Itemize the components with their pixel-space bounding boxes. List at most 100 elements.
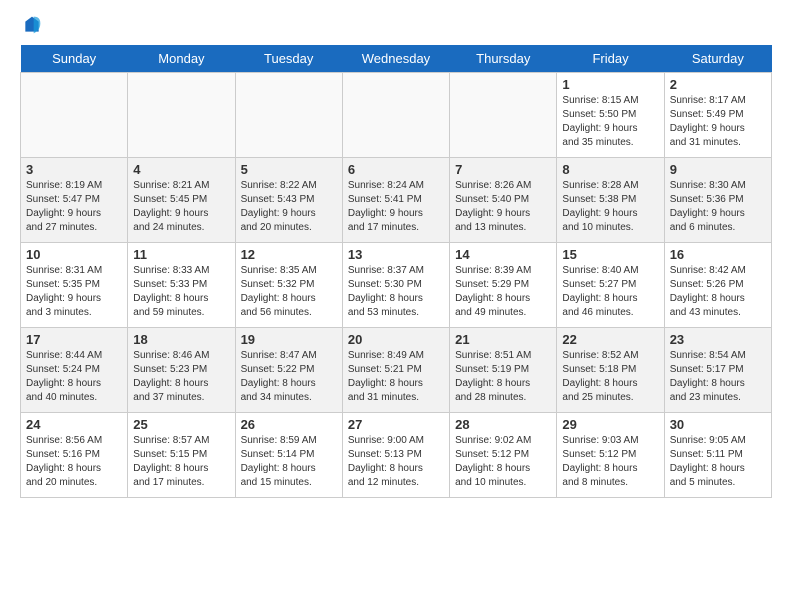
day-number: 28 — [455, 417, 551, 432]
day-info: Sunrise: 8:47 AM Sunset: 5:22 PM Dayligh… — [241, 349, 337, 405]
calendar-cell: 13 Sunrise: 8:37 AM Sunset: 5:30 PM Dayli… — [342, 243, 449, 328]
day-info: Sunrise: 9:03 AM Sunset: 5:12 PM Dayligh… — [562, 434, 658, 490]
calendar-cell: 29 Sunrise: 9:03 AM Sunset: 5:12 PM Dayli… — [557, 413, 664, 498]
day-info: Sunrise: 8:37 AM Sunset: 5:30 PM Dayligh… — [348, 264, 444, 320]
day-info: Sunrise: 8:52 AM Sunset: 5:18 PM Dayligh… — [562, 349, 658, 405]
day-info: Sunrise: 8:17 AM Sunset: 5:49 PM Dayligh… — [670, 94, 766, 150]
day-info: Sunrise: 8:31 AM Sunset: 5:35 PM Dayligh… — [26, 264, 122, 320]
calendar-row-1: 1 Sunrise: 8:15 AM Sunset: 5:50 PM Daylig… — [21, 73, 772, 158]
calendar-cell: 21Sunrise: 8:51 AM Sunset: 5:19 PM Dayli… — [450, 328, 557, 413]
calendar-cell: 8Sunrise: 8:28 AM Sunset: 5:38 PM Daylig… — [557, 158, 664, 243]
day-info: Sunrise: 8:21 AM Sunset: 5:45 PM Dayligh… — [133, 179, 229, 235]
calendar-cell — [128, 73, 235, 158]
calendar-cell: 15 Sunrise: 8:40 AM Sunset: 5:27 PM Dayli… — [557, 243, 664, 328]
calendar-cell: 20 Sunrise: 8:49 AM Sunset: 5:21 PM Dayli… — [342, 328, 449, 413]
day-info: Sunrise: 8:59 AM Sunset: 5:14 PM Dayligh… — [241, 434, 337, 490]
day-number: 4 — [133, 162, 229, 177]
calendar-row-2: 3 Sunrise: 8:19 AM Sunset: 5:47 PM Daylig… — [21, 158, 772, 243]
calendar-cell: 10 Sunrise: 8:31 AM Sunset: 5:35 PM Dayli… — [21, 243, 128, 328]
day-number: 17 — [26, 332, 122, 347]
calendar-cell: 17 Sunrise: 8:44 AM Sunset: 5:24 PM Dayli… — [21, 328, 128, 413]
calendar-cell: 25 Sunrise: 8:57 AM Sunset: 5:15 PM Dayli… — [128, 413, 235, 498]
day-number: 18 — [133, 332, 229, 347]
day-info: Sunrise: 8:57 AM Sunset: 5:15 PM Dayligh… — [133, 434, 229, 490]
logo-icon — [22, 15, 42, 35]
day-info: Sunrise: 8:15 AM Sunset: 5:50 PM Dayligh… — [562, 94, 658, 150]
calendar-cell: 22 Sunrise: 8:52 AM Sunset: 5:18 PM Dayli… — [557, 328, 664, 413]
calendar-row-3: 10 Sunrise: 8:31 AM Sunset: 5:35 PM Dayli… — [21, 243, 772, 328]
calendar-cell: 14 Sunrise: 8:39 AM Sunset: 5:29 PM Dayli… — [450, 243, 557, 328]
col-header-monday: Monday — [128, 45, 235, 73]
day-info: Sunrise: 8:39 AM Sunset: 5:29 PM Dayligh… — [455, 264, 551, 320]
day-number: 20 — [348, 332, 444, 347]
day-info: Sunrise: 9:02 AM Sunset: 5:12 PM Dayligh… — [455, 434, 551, 490]
col-header-sunday: Sunday — [21, 45, 128, 73]
day-info: Sunrise: 8:54 AM Sunset: 5:17 PM Dayligh… — [670, 349, 766, 405]
day-number: 24 — [26, 417, 122, 432]
day-info: Sunrise: 8:44 AM Sunset: 5:24 PM Dayligh… — [26, 349, 122, 405]
day-number: 15 — [562, 247, 658, 262]
day-number: 9 — [670, 162, 766, 177]
day-number: 25 — [133, 417, 229, 432]
day-info: Sunrise: 8:19 AM Sunset: 5:47 PM Dayligh… — [26, 179, 122, 235]
day-info: Sunrise: 8:42 AM Sunset: 5:26 PM Dayligh… — [670, 264, 766, 320]
day-number: 26 — [241, 417, 337, 432]
day-info: Sunrise: 8:24 AM Sunset: 5:41 PM Dayligh… — [348, 179, 444, 235]
calendar-cell: 2Sunrise: 8:17 AM Sunset: 5:49 PM Daylig… — [664, 73, 771, 158]
day-number: 3 — [26, 162, 122, 177]
day-info: Sunrise: 8:49 AM Sunset: 5:21 PM Dayligh… — [348, 349, 444, 405]
calendar-cell: 23 Sunrise: 8:54 AM Sunset: 5:17 PM Dayli… — [664, 328, 771, 413]
calendar-cell: 11 Sunrise: 8:33 AM Sunset: 5:33 PM Dayli… — [128, 243, 235, 328]
calendar-row-5: 24 Sunrise: 8:56 AM Sunset: 5:16 PM Dayli… — [21, 413, 772, 498]
day-info: Sunrise: 9:05 AM Sunset: 5:11 PM Dayligh… — [670, 434, 766, 490]
day-number: 16 — [670, 247, 766, 262]
day-number: 10 — [26, 247, 122, 262]
calendar-cell: 3 Sunrise: 8:19 AM Sunset: 5:47 PM Daylig… — [21, 158, 128, 243]
header-row: SundayMondayTuesdayWednesdayThursdayFrid… — [21, 45, 772, 73]
day-number: 12 — [241, 247, 337, 262]
day-number: 5 — [241, 162, 337, 177]
day-info: Sunrise: 8:26 AM Sunset: 5:40 PM Dayligh… — [455, 179, 551, 235]
day-number: 1 — [562, 77, 658, 92]
calendar-cell — [342, 73, 449, 158]
day-number: 30 — [670, 417, 766, 432]
day-number: 7 — [455, 162, 551, 177]
day-number: 14 — [455, 247, 551, 262]
day-info: Sunrise: 8:46 AM Sunset: 5:23 PM Dayligh… — [133, 349, 229, 405]
day-info: Sunrise: 8:22 AM Sunset: 5:43 PM Dayligh… — [241, 179, 337, 235]
calendar-cell: 7 Sunrise: 8:26 AM Sunset: 5:40 PM Daylig… — [450, 158, 557, 243]
day-number: 22 — [562, 332, 658, 347]
calendar-cell: 5 Sunrise: 8:22 AM Sunset: 5:43 PM Daylig… — [235, 158, 342, 243]
day-info: Sunrise: 8:30 AM Sunset: 5:36 PM Dayligh… — [670, 179, 766, 235]
calendar-cell — [450, 73, 557, 158]
calendar-cell: 1 Sunrise: 8:15 AM Sunset: 5:50 PM Daylig… — [557, 73, 664, 158]
day-number: 13 — [348, 247, 444, 262]
calendar-cell: 12 Sunrise: 8:35 AM Sunset: 5:32 PM Dayli… — [235, 243, 342, 328]
calendar-cell — [21, 73, 128, 158]
day-number: 19 — [241, 332, 337, 347]
calendar-cell: 6Sunrise: 8:24 AM Sunset: 5:41 PM Daylig… — [342, 158, 449, 243]
calendar-cell: 9 Sunrise: 8:30 AM Sunset: 5:36 PM Daylig… — [664, 158, 771, 243]
col-header-thursday: Thursday — [450, 45, 557, 73]
day-info: Sunrise: 8:35 AM Sunset: 5:32 PM Dayligh… — [241, 264, 337, 320]
calendar-cell: 26 Sunrise: 8:59 AM Sunset: 5:14 PM Dayli… — [235, 413, 342, 498]
calendar-cell: 28 Sunrise: 9:02 AM Sunset: 5:12 PM Dayli… — [450, 413, 557, 498]
day-number: 23 — [670, 332, 766, 347]
day-number: 21 — [455, 332, 551, 347]
day-info: Sunrise: 8:33 AM Sunset: 5:33 PM Dayligh… — [133, 264, 229, 320]
day-number: 11 — [133, 247, 229, 262]
calendar-cell: 30 Sunrise: 9:05 AM Sunset: 5:11 PM Dayli… — [664, 413, 771, 498]
day-info: Sunrise: 9:00 AM Sunset: 5:13 PM Dayligh… — [348, 434, 444, 490]
day-info: Sunrise: 8:56 AM Sunset: 5:16 PM Dayligh… — [26, 434, 122, 490]
day-info: Sunrise: 8:40 AM Sunset: 5:27 PM Dayligh… — [562, 264, 658, 320]
calendar-cell: 24 Sunrise: 8:56 AM Sunset: 5:16 PM Dayli… — [21, 413, 128, 498]
day-info: Sunrise: 8:28 AM Sunset: 5:38 PM Dayligh… — [562, 179, 658, 235]
calendar-cell: 16 Sunrise: 8:42 AM Sunset: 5:26 PM Dayli… — [664, 243, 771, 328]
calendar-cell: 4 Sunrise: 8:21 AM Sunset: 5:45 PM Daylig… — [128, 158, 235, 243]
header — [20, 15, 772, 35]
calendar-cell: 27Sunrise: 9:00 AM Sunset: 5:13 PM Dayli… — [342, 413, 449, 498]
col-header-tuesday: Tuesday — [235, 45, 342, 73]
calendar-row-4: 17 Sunrise: 8:44 AM Sunset: 5:24 PM Dayli… — [21, 328, 772, 413]
day-number: 29 — [562, 417, 658, 432]
calendar-cell: 18 Sunrise: 8:46 AM Sunset: 5:23 PM Dayli… — [128, 328, 235, 413]
